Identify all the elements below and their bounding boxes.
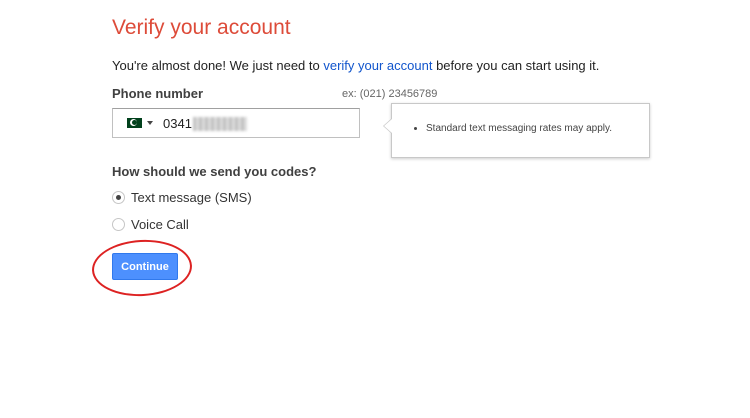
voice-call-option[interactable]: Voice Call bbox=[112, 217, 189, 232]
continue-button[interactable]: Continue bbox=[112, 253, 178, 280]
verify-account-link[interactable]: verify your account bbox=[323, 58, 432, 73]
chevron-down-icon bbox=[147, 121, 153, 125]
sms-option[interactable]: Text message (SMS) bbox=[112, 190, 252, 205]
intro-text-before: You're almost done! We just need to bbox=[112, 58, 324, 73]
pakistan-flag-icon bbox=[123, 118, 142, 128]
voice-call-radio-button[interactable] bbox=[112, 218, 125, 231]
code-delivery-question: How should we send you codes? bbox=[112, 164, 317, 179]
country-selector[interactable] bbox=[113, 109, 161, 137]
sms-rates-tooltip: Standard text messaging rates may apply. bbox=[383, 103, 650, 158]
sms-radio-button[interactable] bbox=[112, 191, 125, 204]
verify-account-page: Verify your account You're almost done! … bbox=[0, 0, 750, 418]
sms-rates-note: Standard text messaging rates may apply. bbox=[426, 123, 649, 134]
intro-text-after: before you can start using it. bbox=[432, 58, 600, 73]
redacted-phone-digits bbox=[193, 117, 247, 131]
sms-option-label: Text message (SMS) bbox=[131, 190, 252, 205]
voice-call-option-label: Voice Call bbox=[131, 217, 189, 232]
phone-number-label: Phone number bbox=[112, 86, 204, 101]
intro-text: You're almost done! We just need to veri… bbox=[112, 58, 599, 73]
page-title: Verify your account bbox=[112, 16, 291, 39]
phone-example-hint: ex: (021) 23456789 bbox=[342, 88, 438, 100]
